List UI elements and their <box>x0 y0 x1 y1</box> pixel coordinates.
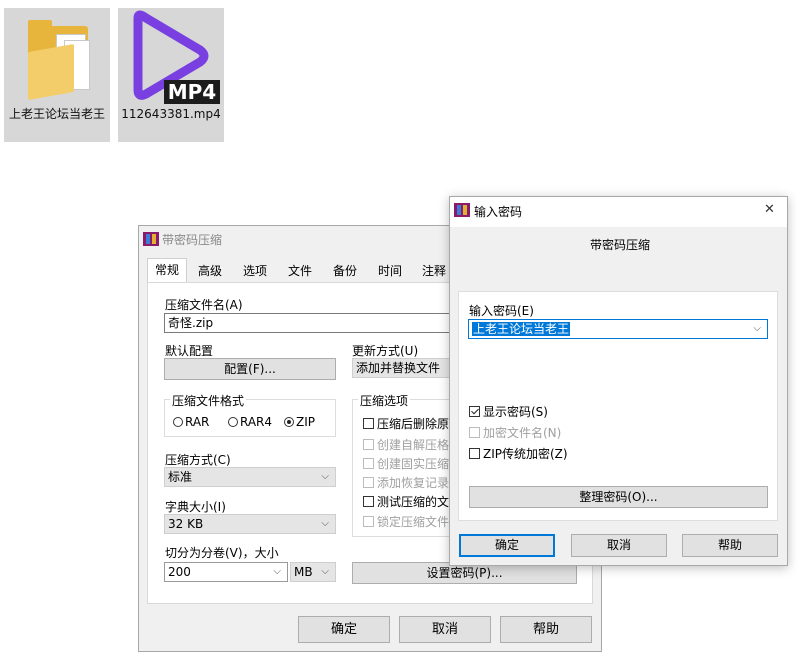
mp4-badge: MP4 <box>164 80 220 104</box>
create-solid-checkbox: 创建固实压缩文 <box>363 455 461 472</box>
split-label: 切分为分卷(V)，大小 <box>165 546 279 560</box>
format-zip-radio[interactable]: ZIP <box>284 415 315 429</box>
help-button[interactable]: 帮助 <box>500 616 592 643</box>
create-sfx-checkbox: 创建自解压格式 <box>363 436 461 453</box>
chevron-down-icon: ⌵ <box>753 323 761 334</box>
tab-advanced[interactable]: 高级 <box>192 260 228 282</box>
show-password-checkbox[interactable]: 显示密码(S) <box>469 403 548 420</box>
password-dialog-title: 输入密码 <box>474 205 523 219</box>
ok-button[interactable]: 确定 <box>298 616 390 643</box>
archive-dialog-title: 带密码压缩 <box>162 233 223 247</box>
video-desktop-icon[interactable]: MP4 112643381.mp4 <box>118 8 224 142</box>
close-icon[interactable]: ✕ <box>764 202 775 217</box>
password-ok-button[interactable]: 确定 <box>459 534 555 557</box>
chevron-down-icon: ⌵ <box>321 471 329 482</box>
test-archive-checkbox[interactable]: 测试压缩的文件 <box>363 493 461 510</box>
checkbox-icon <box>363 418 374 429</box>
split-size-input[interactable]: 200 ⌵ <box>164 562 288 582</box>
options-group-label: 压缩选项 <box>358 392 411 409</box>
password-label: 输入密码(E) <box>469 304 534 318</box>
chevron-down-icon: ⌵ <box>321 518 329 529</box>
password-help-button[interactable]: 帮助 <box>682 534 778 557</box>
checkbox-icon <box>363 496 374 507</box>
chevron-down-icon: ⌵ <box>321 566 329 577</box>
format-group-label: 压缩文件格式 <box>170 392 247 409</box>
method-label: 压缩方式(C) <box>165 453 231 467</box>
update-mode-select[interactable]: 添加并替换文件 <box>352 358 452 378</box>
password-input[interactable]: 上老王论坛当老王 ⌵ <box>468 319 768 339</box>
profile-label: 默认配置 <box>165 344 214 358</box>
checkbox-icon <box>363 439 374 450</box>
encrypt-names-checkbox: 加密文件名(N) <box>469 424 561 441</box>
radio-checked-icon <box>284 417 294 427</box>
profile-button[interactable]: 配置(F)... <box>164 358 336 380</box>
tab-comment[interactable]: 注释 <box>417 260 451 282</box>
lock-archive-checkbox: 锁定压缩文件(L <box>363 513 460 530</box>
checkbox-icon <box>363 516 374 527</box>
chevron-down-icon: ⌵ <box>273 566 281 577</box>
folder-desktop-icon[interactable]: 上老王论坛当老王 <box>4 8 110 142</box>
dict-label: 字典大小(I) <box>165 500 226 514</box>
tab-backup[interactable]: 备份 <box>327 260 363 282</box>
checkbox-icon <box>469 427 480 438</box>
format-rar4-radio[interactable]: RAR4 <box>228 415 272 429</box>
split-unit-select[interactable]: MB ⌵ <box>290 562 336 582</box>
checkbox-icon <box>469 448 480 459</box>
tab-general[interactable]: 常规 <box>147 258 187 283</box>
winrar-icon <box>143 232 159 246</box>
video-label: 112643381.mp4 <box>121 107 221 121</box>
tab-files[interactable]: 文件 <box>282 260 318 282</box>
update-mode-label: 更新方式(U) <box>352 344 419 358</box>
tab-options[interactable]: 选项 <box>237 260 273 282</box>
radio-icon <box>173 417 183 427</box>
checkbox-icon <box>363 458 374 469</box>
organize-passwords-button[interactable]: 整理密码(O)... <box>469 486 768 508</box>
zip-legacy-checkbox[interactable]: ZIP传统加密(Z) <box>469 445 568 462</box>
password-dialog-heading: 带密码压缩 <box>590 238 651 252</box>
method-select[interactable]: 标准 ⌵ <box>164 467 336 487</box>
recovery-record-checkbox: 添加恢复记录(E <box>363 474 461 491</box>
cancel-button[interactable]: 取消 <box>399 616 491 643</box>
folder-label: 上老王论坛当老王 <box>8 107 105 121</box>
tab-time[interactable]: 时间 <box>372 260 408 282</box>
checkbox-icon <box>363 477 374 488</box>
dict-select[interactable]: 32 KB ⌵ <box>164 514 336 534</box>
radio-icon <box>228 417 238 427</box>
format-rar-radio[interactable]: RAR <box>173 415 209 429</box>
delete-after-checkbox[interactable]: 压缩后删除原来 <box>363 415 461 432</box>
winrar-icon <box>454 203 470 217</box>
checkbox-checked-icon <box>469 406 480 417</box>
password-cancel-button[interactable]: 取消 <box>571 534 667 557</box>
archive-name-input[interactable]: 奇怪.zip <box>164 313 452 333</box>
archive-name-label: 压缩文件名(A) <box>165 298 243 312</box>
